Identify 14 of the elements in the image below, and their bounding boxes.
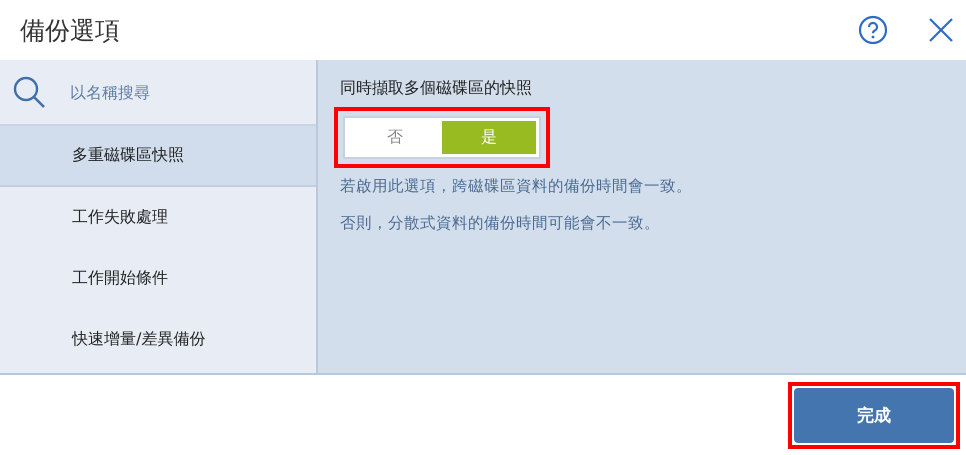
done-button[interactable]: 完成 xyxy=(794,388,954,442)
setting-title: 同時擷取多個磁碟區的快照 xyxy=(340,78,533,99)
search-field[interactable]: 以名稱搜尋 xyxy=(68,82,272,102)
dialog-title: 備份選項 xyxy=(20,14,121,46)
sidebar-item[interactable]: 快速增量/差異備份 xyxy=(0,309,316,370)
description-text: 否則，分散式資料的備份時間可能會不一致。 xyxy=(340,213,661,234)
search-icon xyxy=(12,75,46,109)
close-icon[interactable] xyxy=(928,17,954,43)
toggle-switch[interactable]: 否 是 xyxy=(343,116,541,159)
description-text: 若啟用此選項，跨磁碟區資料的備份時間會一致。 xyxy=(340,176,693,197)
sidebar-item[interactable]: 工作失敗處理 xyxy=(0,187,316,248)
sidebar-item[interactable]: 多重磁碟區快照 xyxy=(0,126,316,187)
help-icon[interactable] xyxy=(858,15,888,45)
sidebar-item[interactable]: 工作開始條件 xyxy=(0,248,316,309)
